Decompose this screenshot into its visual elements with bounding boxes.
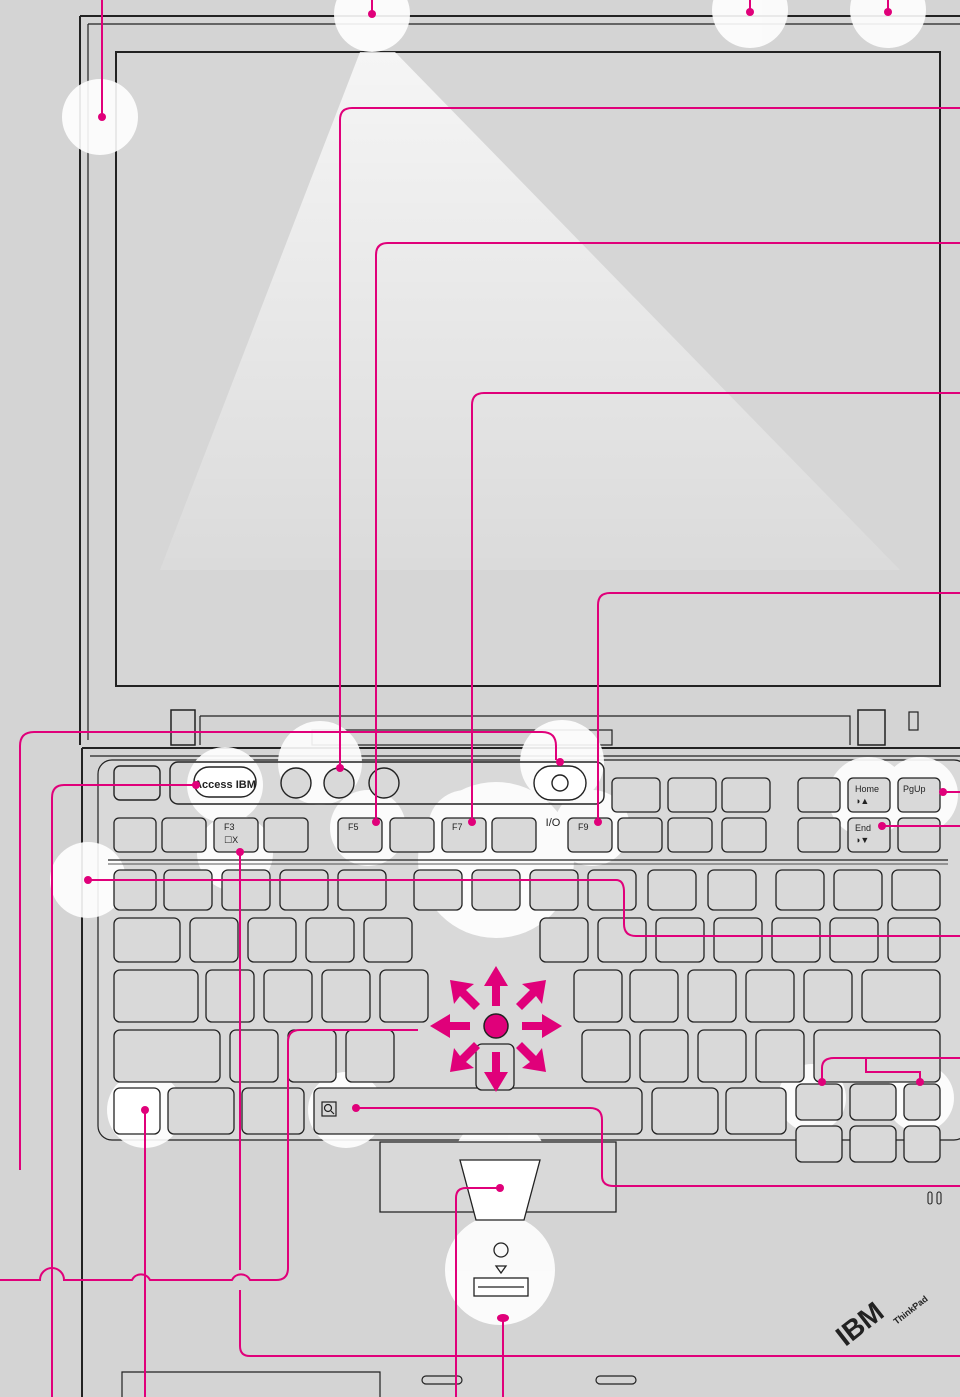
f3-label: F3 (224, 822, 235, 832)
touchpad-buttons (379, 1141, 617, 1221)
pgup-label: PgUp (903, 784, 926, 794)
f3-icon: ☐X (224, 835, 238, 845)
volume-down-button[interactable] (323, 767, 355, 799)
f9-label: F9 (578, 822, 589, 832)
f7-label: F7 (452, 822, 463, 832)
volume-up-button[interactable] (280, 767, 312, 799)
indicator-lights-icon (927, 1191, 942, 1205)
svg-text:IBM: IBM (830, 1296, 890, 1352)
status-lights-icon (908, 711, 919, 731)
access-ibm-label: Access IBM (194, 779, 256, 791)
svg-text:ThinkPad: ThinkPad (892, 1294, 930, 1327)
f7-key[interactable] (441, 817, 487, 853)
fn-key[interactable] (113, 1087, 161, 1135)
browser-forward-key[interactable] (903, 1083, 941, 1121)
end-icon: ◑▼ (855, 835, 869, 845)
home-label: Home (855, 784, 879, 794)
browser-back-key[interactable] (795, 1083, 843, 1121)
home-icon: ◑▲ (855, 796, 869, 806)
brand-logo: IBM ThinkPad (830, 1294, 930, 1352)
trackpoint-icon[interactable] (483, 1013, 509, 1039)
power-symbol-label: I/O (546, 817, 561, 829)
f5-label: F5 (348, 822, 359, 832)
power-button[interactable] (533, 765, 587, 801)
spacebar[interactable] (313, 1087, 643, 1135)
bottom-slots (121, 1371, 637, 1397)
end-label: End (855, 823, 871, 833)
f9-key[interactable] (567, 817, 613, 853)
mute-button[interactable] (368, 767, 400, 799)
laptop-diagram: Access IBM I/O F3 ☐X F5 F7 F9 Home ◑▲ Pg… (0, 0, 960, 1397)
